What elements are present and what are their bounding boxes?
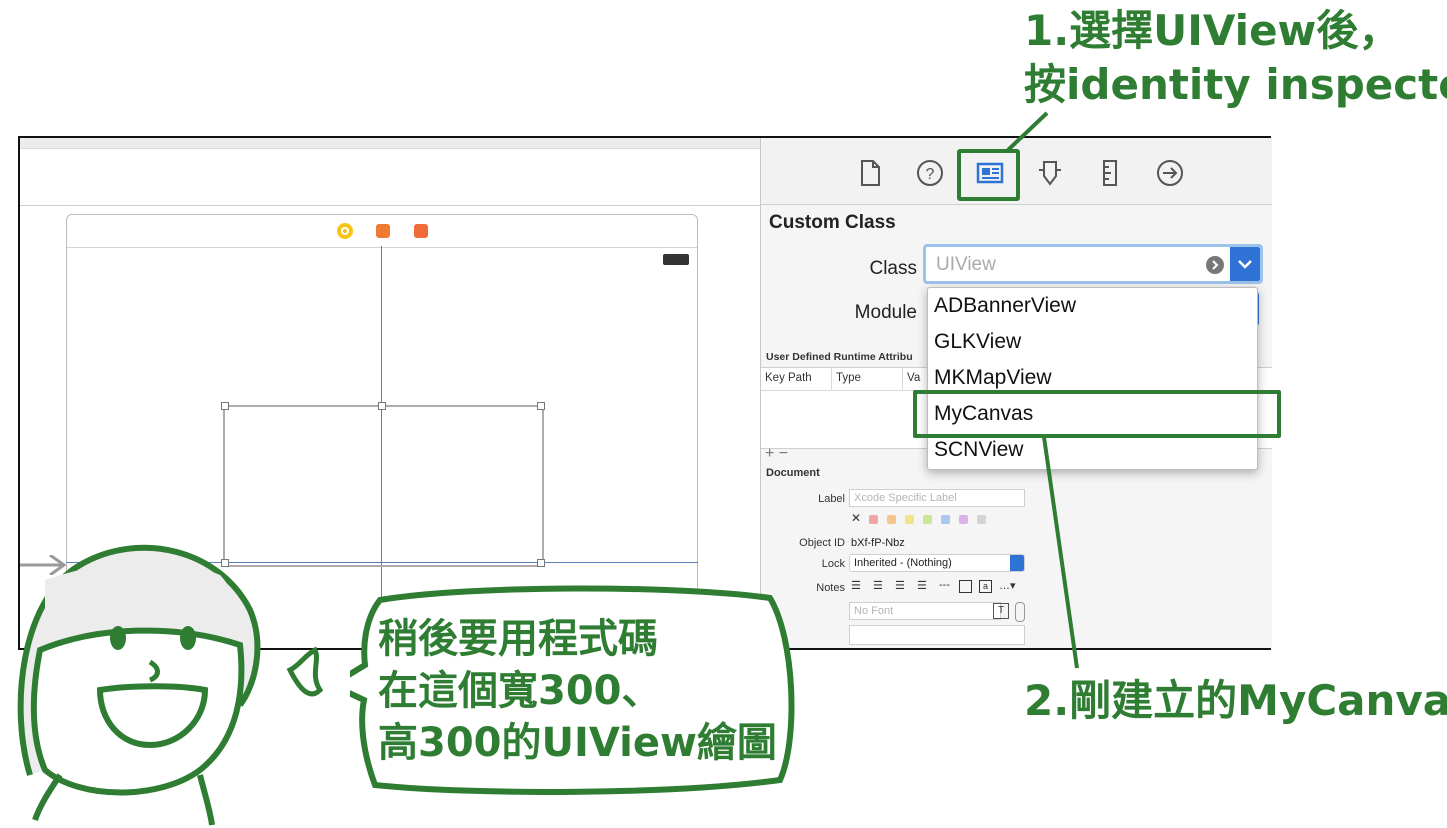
xcode-label-field[interactable]: Xcode Specific Label [849,489,1025,507]
dropdown-item-scnview[interactable]: SCNView [934,438,1023,462]
object-id-value: bXf-fP-Nbz [851,537,905,549]
purple-swatch[interactable] [959,515,968,524]
font-field[interactable]: No Font [849,602,1001,620]
more-options-icon[interactable]: …▾ [999,579,1016,592]
goto-class-icon[interactable] [1206,256,1224,274]
class-dropdown-button[interactable] [1230,247,1260,281]
gray-swatch[interactable] [977,515,986,524]
doc-label-label: Label [818,493,845,505]
connections-inspector-tab[interactable] [1153,156,1187,190]
class-input[interactable]: UIView [936,254,996,276]
svg-text:?: ? [926,166,935,183]
green-swatch[interactable] [923,515,932,524]
quick-help-tab[interactable]: ? [913,156,947,190]
font-picker-icon[interactable]: T [993,603,1009,619]
add-remove-attribute-buttons[interactable]: + − [765,445,788,463]
attributes-icon [1039,161,1061,186]
step2-annotation: 2.剛建立的MyCanvas [1024,676,1447,725]
canvas-header [20,148,760,206]
step1-annotation-line2: 按identity inspector [1024,60,1447,109]
speech-line-2: 在這個寬300、 [378,668,662,714]
no-style-icon[interactable] [959,580,972,593]
notes-text-area[interactable] [849,625,1025,645]
resize-handle[interactable] [378,402,386,410]
mycanvas-highlight [913,390,1281,438]
text-style-icon[interactable]: a [979,580,992,593]
object-id-label: Object ID [799,537,845,549]
clear-color-icon[interactable]: ✕ [851,511,861,525]
quick-help-icon: ? [917,160,943,186]
column-header-type[interactable]: Type [836,372,861,384]
file-icon [861,160,880,186]
orange-swatch[interactable] [887,515,896,524]
first-responder-icon[interactable] [376,224,390,238]
dropdown-item-adbannerview[interactable]: ADBannerView [934,294,1076,318]
size-inspector-tab[interactable] [1093,156,1127,190]
battery-icon [663,254,689,265]
user-defined-runtime-attributes-heading: User Defined Runtime Attribu [766,351,913,363]
red-swatch[interactable] [869,515,878,524]
view-controller-icon[interactable] [337,223,353,239]
resize-handle[interactable] [537,402,545,410]
justify-icon[interactable]: ☰ [917,579,927,592]
resize-handle[interactable] [537,559,545,567]
custom-class-heading: Custom Class [769,212,896,233]
class-label: Class [869,258,917,279]
label-color-swatches: ✕ [849,511,1029,527]
step1-annotation-line1: 1.選擇UIView後， [1024,6,1401,55]
popup-arrows-icon [1010,555,1024,571]
column-divider [831,368,832,390]
resize-handle[interactable] [221,402,229,410]
column-divider [902,368,903,390]
dropdown-item-mkmapview[interactable]: MKMapView [934,366,1052,390]
align-right-icon[interactable]: ☰ [895,579,905,592]
chevron-down-icon [1238,260,1252,269]
module-label: Module [854,302,917,323]
attributes-inspector-tab[interactable] [1033,156,1067,190]
yellow-swatch[interactable] [905,515,914,524]
size-ruler-icon [1103,160,1117,186]
notes-format-toolbar: ☰ ☰ ☰ ☰ --- a …▾ [851,579,1027,595]
cartoon-person-illustration [17,544,324,826]
column-header-value[interactable]: Va [907,372,920,384]
align-left-icon[interactable]: ☰ [851,579,861,592]
line-style-icon[interactable]: --- [939,579,950,591]
speech-line-1: 稍後要用程式碼 [378,616,658,662]
lock-popup[interactable]: Inherited - (Nothing) [849,554,1025,572]
scene-dock [67,215,697,248]
document-heading: Document [766,467,820,479]
column-header-key-path[interactable]: Key Path [765,372,812,384]
blue-swatch[interactable] [941,515,950,524]
file-inspector-tab[interactable] [853,156,887,190]
lock-label: Lock [821,558,845,570]
font-stepper[interactable] [1015,602,1025,622]
class-combo-box[interactable]: UIView [923,244,1263,284]
class-dropdown-menu: ADBannerView GLKView MKMapView MyCanvas … [927,287,1258,470]
exit-icon[interactable] [414,224,428,238]
align-center-icon[interactable]: ☰ [873,579,883,592]
identity-inspector-highlight [957,149,1020,201]
speech-line-3: 高300的UIView繪圖 [378,720,777,766]
dropdown-item-glkview[interactable]: GLKView [934,330,1021,354]
connections-arrow-icon [1157,160,1183,186]
